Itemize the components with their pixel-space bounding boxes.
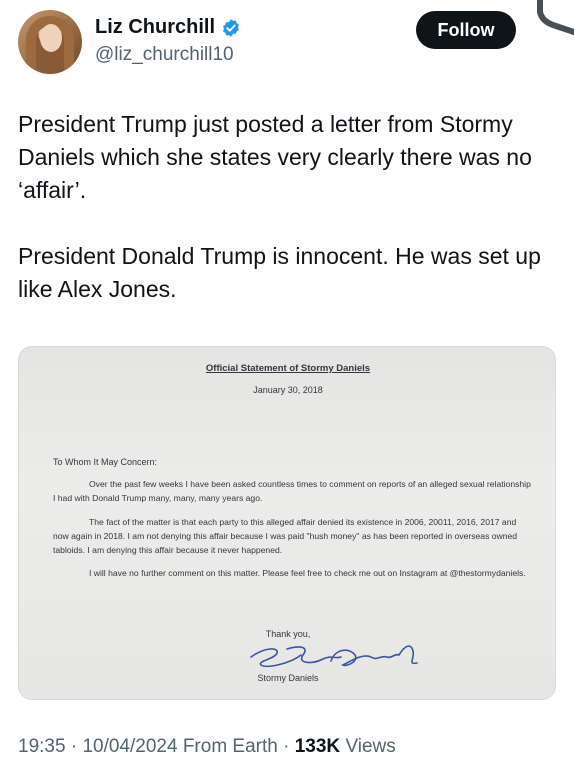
tweet-meta: 19:35 · 10/04/2024 From Earth · 133K Vie… — [18, 736, 396, 758]
letter-date: January 30, 2018 — [253, 385, 323, 395]
tweet-source: From Earth — [182, 736, 278, 757]
more-options-icon[interactable] — [536, 0, 574, 44]
tweet-header: Liz Churchill @liz_churchill10 Follow — [0, 0, 574, 86]
letter-greeting: To Whom It May Concern: — [53, 457, 158, 467]
tweet-date[interactable]: 10/04/2024 — [82, 736, 177, 757]
meta-separator: · — [70, 736, 83, 757]
author-handle[interactable]: @liz_churchill10 — [95, 44, 234, 66]
letter-signature-name: Stormy Daniels — [257, 673, 319, 683]
letter-paragraph: I will have no further comment on this m… — [89, 568, 526, 578]
tweet-paragraph: President Trump just posted a letter fro… — [18, 111, 532, 203]
author-name-row: Liz Churchill — [95, 16, 241, 39]
views-label: Views — [345, 736, 396, 757]
verified-badge-icon — [223, 18, 239, 37]
letter-paragraph: The fact of the matter is that each part… — [53, 517, 518, 555]
tweet-paragraph: President Donald Trump is innocent. He w… — [18, 243, 541, 302]
letter-title: Official Statement of Stormy Daniels — [205, 363, 371, 374]
handwritten-signature — [250, 645, 418, 668]
letter-document: Official Statement of Stormy Daniels Jan… — [19, 347, 555, 699]
avatar-face — [40, 24, 62, 52]
tweet-image[interactable]: Official Statement of Stormy Daniels Jan… — [18, 346, 556, 700]
tweet-time[interactable]: 19:35 — [18, 736, 66, 757]
author-avatar[interactable] — [18, 10, 82, 74]
letter-paragraph: Over the past few weeks I have been aske… — [53, 479, 531, 503]
meta-separator: · — [283, 736, 295, 757]
tweet-text: President Trump just posted a letter fro… — [18, 108, 563, 339]
author-name[interactable]: Liz Churchill — [95, 16, 215, 39]
views-count: 133K — [294, 736, 341, 757]
follow-button[interactable]: Follow — [416, 11, 516, 49]
